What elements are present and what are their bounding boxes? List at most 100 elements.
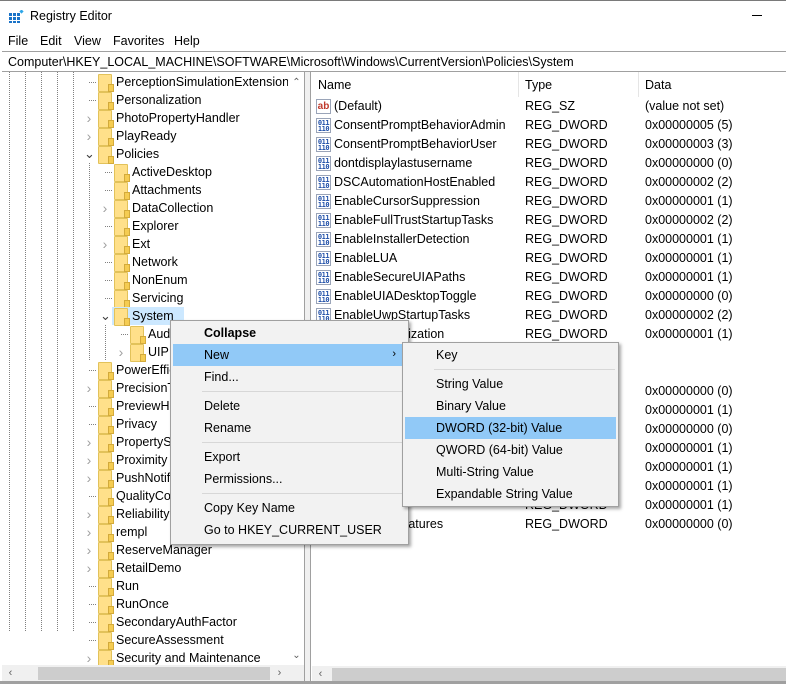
tree-guide-line (105, 343, 106, 361)
value-row[interactable]: 011 110 EnableUIADesktopToggle REG_DWORD 0x0… (311, 287, 786, 306)
tree-guide-line (89, 325, 90, 343)
menu-item-binary-value[interactable]: Binary Value (405, 395, 616, 417)
folder-icon (114, 218, 130, 236)
tree-item[interactable]: › RetailDemo (2, 559, 290, 578)
chevron-down-icon[interactable]: ⌄ (84, 147, 95, 160)
scroll-up-icon[interactable]: ⌃ (288, 74, 304, 91)
tree-item[interactable]: PerceptionSimulationExtensions (2, 73, 295, 92)
title-bar[interactable]: Registry Editor (0, 1, 786, 31)
chevron-right-icon[interactable]: › (84, 129, 94, 143)
menu-item-collapse[interactable]: Collapse (173, 322, 406, 344)
chevron-right-icon[interactable]: › (100, 201, 110, 215)
tree-item[interactable]: Personalization (2, 91, 290, 110)
chevron-right-icon[interactable]: › (84, 381, 94, 395)
chevron-right-icon[interactable]: › (116, 345, 126, 359)
value-data: 0x00000002 (2) (645, 175, 733, 189)
tree-item[interactable]: Run (2, 577, 290, 596)
menu-item-delete[interactable]: Delete (173, 395, 406, 417)
scroll-left-icon[interactable]: ‹ (2, 665, 19, 682)
menu-item-label: New (204, 348, 230, 362)
value-data: 0x00000001 (1) (645, 232, 733, 246)
minimize-button[interactable] (743, 7, 773, 27)
tree-item[interactable]: RunOnce (2, 595, 290, 614)
chevron-right-icon[interactable]: › (84, 111, 94, 125)
dword-value-icon: 011110 (316, 232, 331, 247)
tree-item-label: Servicing (132, 291, 184, 305)
value-row[interactable]: 011 110 ConsentPromptBehaviorAdmin REG_DWOR… (311, 116, 786, 135)
chevron-right-icon[interactable]: › (100, 237, 110, 251)
menu-item-find[interactable]: Find... (173, 366, 406, 388)
menu-help[interactable]: Help (174, 34, 200, 48)
column-header-type[interactable]: Type (518, 72, 638, 97)
tree-guide-line (89, 217, 90, 235)
column-header-data[interactable]: Data (638, 72, 786, 97)
value-row[interactable]: 011 110 EnableSecureUIAPaths REG_DWORD 0x000… (311, 268, 786, 287)
menu-item-dword-32-bit-value[interactable]: DWORD (32-bit) Value (405, 417, 616, 439)
tree-item[interactable]: › PlayReady (2, 127, 290, 146)
value-row[interactable]: 011 110 EnableLUA REG_DWORD 0x00000001 (1) (311, 249, 786, 268)
value-row[interactable]: 011 110 EnableCursorSuppression REG_DWORD 0x… (311, 192, 786, 211)
scroll-thumb[interactable] (38, 667, 270, 680)
menu-item-rename[interactable]: Rename (173, 417, 406, 439)
tree-item[interactable]: › PhotoPropertyHandler (2, 109, 290, 128)
tree-item[interactable]: NonEnum (2, 271, 290, 290)
tree-item[interactable]: Explorer (2, 217, 290, 236)
scroll-thumb[interactable] (332, 668, 786, 681)
tree-connector (105, 172, 113, 173)
chevron-right-icon[interactable]: › (84, 651, 94, 665)
chevron-down-icon[interactable]: ⌄ (100, 309, 111, 322)
chevron-right-icon[interactable]: › (84, 543, 94, 557)
menu-item-export[interactable]: Export (173, 446, 406, 468)
value-type: REG_DWORD (525, 308, 608, 322)
menu-bar: File Edit View Favorites Help (0, 31, 786, 51)
address-bar[interactable]: Computer\HKEY_LOCAL_MACHINE\SOFTWARE\Mic… (2, 51, 786, 72)
tree-horizontal-scrollbar[interactable]: ‹ › (2, 665, 304, 682)
chevron-right-icon[interactable]: › (84, 471, 94, 485)
chevron-right-icon[interactable]: › (84, 525, 94, 539)
value-row[interactable]: 011 110 ConsentPromptBehaviorUser REG_DWORD… (311, 135, 786, 154)
menu-item-copy-key-name[interactable]: Copy Key Name (173, 497, 406, 519)
menu-item-permissions[interactable]: Permissions... (173, 468, 406, 490)
column-header-name[interactable]: Name (311, 72, 518, 97)
menu-item-expandable-string-value[interactable]: Expandable String Value (405, 483, 616, 505)
menu-item-go-to-hkey-current-user[interactable]: Go to HKEY_CURRENT_USER (173, 519, 406, 541)
value-name: EnableSecureUIAPaths (334, 270, 466, 284)
tree-item[interactable]: Servicing (2, 289, 290, 308)
tree-item[interactable]: Attachments (2, 181, 290, 200)
chevron-right-icon[interactable]: › (84, 561, 94, 575)
tree-item[interactable]: ⌄ Policies (2, 145, 290, 164)
menu-item-string-value[interactable]: String Value (405, 373, 616, 395)
menu-file[interactable]: File (8, 34, 28, 48)
chevron-right-icon[interactable]: › (84, 435, 94, 449)
menu-view[interactable]: View (74, 34, 101, 48)
tree-item[interactable]: › Ext (2, 235, 290, 254)
tree-item[interactable]: SecureAssessment (2, 631, 290, 650)
chevron-right-icon[interactable]: › (84, 453, 94, 467)
menu-item-key[interactable]: Key (405, 344, 616, 366)
menu-item-multi-string-value[interactable]: Multi-String Value (405, 461, 616, 483)
value-row[interactable]: 011 110 EnableFullTrustStartupTasks REG_DWO… (311, 211, 786, 230)
new-submenu: Key String Value Binary Value DWORD (32-bit… (402, 342, 619, 507)
scroll-right-icon[interactable]: › (271, 665, 288, 682)
value-row[interactable]: ab (Default) REG_SZ (value not set) (311, 97, 786, 116)
scroll-down-icon[interactable]: ⌄ (288, 647, 304, 664)
tree-item[interactable]: › DataCollection (2, 199, 290, 218)
value-type: REG_DWORD (525, 213, 608, 227)
menu-item-qword-64-bit-value[interactable]: QWORD (64-bit) Value (405, 439, 616, 461)
menu-favorites[interactable]: Favorites (113, 34, 164, 48)
value-row[interactable]: 011 110 EnableInstallerDetection REG_DWORD 0… (311, 230, 786, 249)
folder-icon (98, 128, 114, 146)
tree-item-label: SecondaryAuthFactor (116, 615, 237, 629)
value-row[interactable]: 011 110 DSCAutomationHostEnabled REG_DWORD 0… (311, 173, 786, 192)
tree-item[interactable]: ActiveDesktop (2, 163, 290, 182)
tree-item[interactable]: Network (2, 253, 290, 272)
menu-edit[interactable]: Edit (40, 34, 62, 48)
tree-item[interactable]: SecondaryAuthFactor (2, 613, 290, 632)
menu-item-new[interactable]: New › (173, 344, 406, 366)
chevron-right-icon[interactable]: › (84, 507, 94, 521)
value-type: REG_SZ (525, 99, 576, 113)
address-path[interactable]: Computer\HKEY_LOCAL_MACHINE\SOFTWARE\Mic… (8, 55, 574, 69)
value-row[interactable]: 011 110 dontdisplaylastusername REG_DWORD 0x… (311, 154, 786, 173)
tree-guide-line (89, 235, 90, 253)
tree-item-label: Run (116, 579, 139, 593)
